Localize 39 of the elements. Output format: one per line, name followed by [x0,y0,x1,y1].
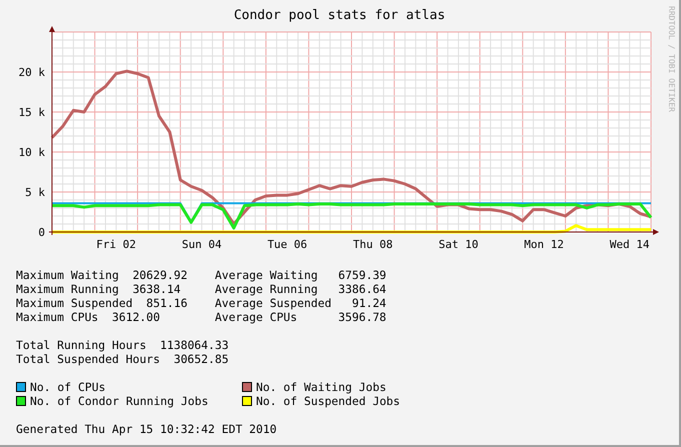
stat-value: 1138064.33 [160,338,229,352]
stat-label: Total Suspended Hours [16,352,160,366]
stat-value: 3596.78 [338,310,386,324]
axis-label: Fri 02 [96,238,136,251]
stat-value: 851.16 [146,296,188,310]
watermark-text: RRDTOOL / TOBI OETIKER [667,6,676,112]
stat-label: Maximum Running [16,282,119,296]
stat-value: 6759.39 [338,268,386,282]
axis-label: Thu 08 [353,238,393,251]
axis-label: Sat 10 [438,238,478,251]
stat-value: 3638.14 [132,282,181,296]
stat-value: 3386.64 [338,282,386,296]
axis-label: 20 k [18,66,45,79]
stat-value: 20629.92 [132,268,188,282]
stat-value: 91.24 [352,296,386,310]
stat-label: Average Suspended [214,296,332,310]
axis-label: Sun 04 [182,238,222,251]
chart-title: Condor pool stats for atlas [234,9,446,23]
axis-label: 0 [38,226,45,239]
legend-label: No. of Waiting Jobs [256,380,386,394]
stat-label: Maximum Waiting [16,268,119,282]
stat-label: Maximum CPUs [16,310,98,324]
stat-value: 30652.85 [174,352,229,366]
generated-text: Generated Thu Apr 15 10:32:42 EDT 2010 [16,422,277,436]
legend-label: No. of Condor Running Jobs [30,394,208,408]
axis-label: 15 k [18,106,45,119]
axis-label: Tue 06 [267,238,308,251]
axis-label: Wed 14 [610,238,650,251]
stat-value: 3612.00 [112,310,160,324]
axis-label: Mon 12 [524,238,564,251]
stat-label: Average Waiting [214,268,318,282]
stat-label: Total Running Hours [16,338,146,352]
stat-label: Maximum Suspended [16,296,133,310]
stat-label: Average CPUs [214,310,298,324]
stat-label: Average Running [214,282,318,296]
legend-label: No. of Suspended Jobs [256,394,400,408]
legend-label: No. of CPUs [30,380,106,394]
axis-label: 10 k [18,146,45,159]
axis-label: 5 k [25,186,45,199]
